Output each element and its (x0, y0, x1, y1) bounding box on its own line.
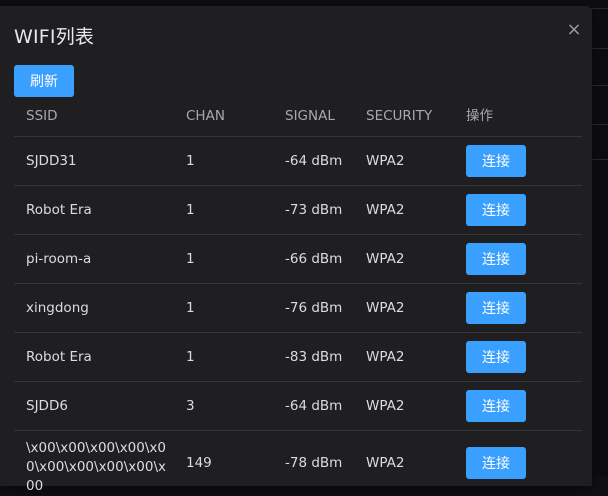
chan-cell: 1 (186, 300, 195, 316)
signal-cell: -83 dBm (285, 349, 343, 365)
table-row: Robot Era 1 -83 dBm WPA2 连接 (14, 333, 582, 382)
signal-cell: -76 dBm (285, 300, 343, 316)
header-chan: CHAN (186, 108, 225, 124)
header-security: SECURITY (366, 108, 433, 124)
ssid-cell: \x00\x00\x00\x00\x00\x00\x00\x00\x00\x00 (26, 440, 166, 494)
table-row: xingdong 1 -76 dBm WPA2 连接 (14, 284, 582, 333)
security-cell: WPA2 (366, 300, 405, 316)
signal-cell: -64 dBm (285, 398, 343, 414)
connect-button[interactable]: 连接 (466, 341, 526, 373)
dialog-title: WIFI列表 (14, 26, 95, 48)
ssid-cell: pi-room-a (26, 251, 92, 267)
ssid-cell: Robot Era (26, 202, 92, 218)
chan-cell: 1 (186, 202, 195, 218)
background-panel (590, 124, 608, 160)
chan-cell: 1 (186, 251, 195, 267)
security-cell: WPA2 (366, 202, 405, 218)
signal-cell: -64 dBm (285, 153, 343, 169)
ssid-cell: xingdong (26, 300, 89, 316)
table-row: pi-room-a 1 -66 dBm WPA2 连接 (14, 235, 582, 284)
table-row: Robot Era 1 -73 dBm WPA2 连接 (14, 186, 582, 235)
chan-cell: 1 (186, 349, 195, 365)
security-cell: WPA2 (366, 251, 405, 267)
connect-button[interactable]: 连接 (466, 145, 526, 177)
connect-button[interactable]: 连接 (466, 390, 526, 422)
security-cell: WPA2 (366, 455, 405, 471)
wifi-list-dialog: WIFI列表 × 刷新 SSID CHAN SIGNAL SECURITY 操作… (0, 6, 592, 494)
signal-cell: -66 dBm (285, 251, 343, 267)
table-header: SSID CHAN SIGNAL SECURITY 操作 (14, 100, 582, 137)
ssid-cell: Robot Era (26, 349, 92, 365)
security-cell: WPA2 (366, 153, 405, 169)
close-icon[interactable]: × (564, 20, 584, 40)
connect-button[interactable]: 连接 (466, 243, 526, 275)
wifi-table: SSID CHAN SIGNAL SECURITY 操作 SJDD31 1 -6… (14, 100, 582, 495)
chan-cell: 149 (186, 455, 212, 471)
signal-cell: -78 dBm (285, 455, 343, 471)
security-cell: WPA2 (366, 349, 405, 365)
header-signal: SIGNAL (285, 108, 335, 124)
security-cell: WPA2 (366, 398, 405, 414)
table-row: SJDD6 3 -64 dBm WPA2 连接 (14, 382, 582, 431)
header-ssid: SSID (26, 108, 58, 124)
signal-cell: -73 dBm (285, 202, 343, 218)
connect-button[interactable]: 连接 (466, 447, 526, 479)
header-action: 操作 (466, 108, 493, 124)
chan-cell: 3 (186, 398, 195, 414)
connect-button[interactable]: 连接 (466, 194, 526, 226)
connect-button[interactable]: 连接 (466, 292, 526, 324)
ssid-cell: SJDD6 (26, 398, 68, 414)
refresh-button[interactable]: 刷新 (14, 65, 74, 97)
ssid-cell: SJDD31 (26, 153, 77, 169)
table-row: \x00\x00\x00\x00\x00\x00\x00\x00\x00\x00… (14, 431, 582, 495)
table-row: SJDD31 1 -64 dBm WPA2 连接 (14, 137, 582, 186)
background-panel (590, 48, 608, 86)
chan-cell: 1 (186, 153, 195, 169)
